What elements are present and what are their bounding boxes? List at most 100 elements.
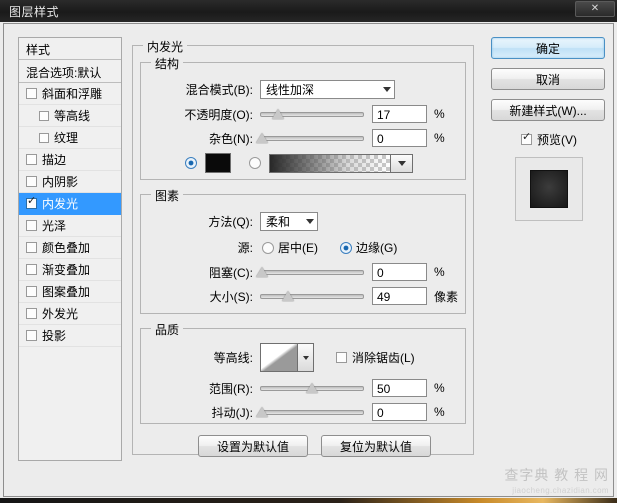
gradient-preview[interactable]	[269, 154, 391, 173]
style-toggle-checkbox[interactable]	[26, 154, 37, 165]
technique-select[interactable]: 柔和	[260, 212, 318, 231]
close-icon[interactable]: ✕	[575, 1, 615, 17]
sidebar-item-11[interactable]: 投影	[19, 325, 121, 347]
style-toggle-checkbox[interactable]	[26, 242, 37, 253]
gradient-radio[interactable]	[249, 157, 261, 169]
element-title: 图素	[151, 187, 183, 204]
blending-options-item[interactable]: 混合选项:默认	[19, 60, 121, 83]
range-row: 范围(R): 50 %	[141, 379, 445, 397]
window-controls: ✕	[574, 1, 615, 17]
bottom-strip	[0, 498, 617, 503]
range-input[interactable]: 50	[372, 379, 427, 397]
size-slider-thumb[interactable]	[282, 291, 294, 301]
style-toggle-checkbox[interactable]	[26, 176, 37, 187]
antialias-checkbox[interactable]	[336, 352, 347, 363]
noise-slider-thumb[interactable]	[256, 133, 268, 143]
opacity-input[interactable]: 17	[372, 105, 427, 123]
sidebar-item-8[interactable]: 渐变叠加	[19, 259, 121, 281]
style-toggle-checkbox[interactable]	[26, 88, 37, 99]
default-buttons: 设置为默认值 复位为默认值	[198, 435, 431, 457]
sidebar-item-label: 外发光	[42, 305, 78, 322]
sidebar-item-6[interactable]: 光泽	[19, 215, 121, 237]
noise-slider[interactable]	[260, 131, 364, 145]
set-default-button[interactable]: 设置为默认值	[198, 435, 308, 457]
preview-label: 预览(V)	[537, 131, 577, 148]
range-unit: %	[434, 381, 445, 395]
structure-group: 结构 混合模式(B): 线性加深 不透明度(O): 17 %	[140, 62, 466, 180]
sidebar-item-2[interactable]: 纹理	[19, 127, 121, 149]
preview-toggle-row: 预览(V)	[491, 131, 607, 148]
style-toggle-checkbox[interactable]	[26, 264, 37, 275]
jitter-slider[interactable]	[260, 405, 364, 419]
preview-thumbnail	[515, 157, 583, 221]
choke-row: 阻塞(C): 0 %	[141, 263, 445, 281]
sidebar-item-0[interactable]: 斜面和浮雕	[19, 83, 121, 105]
style-toggle-checkbox[interactable]	[26, 308, 37, 319]
noise-input[interactable]: 0	[372, 129, 427, 147]
sidebar-item-7[interactable]: 颜色叠加	[19, 237, 121, 259]
style-toggle-checkbox[interactable]	[26, 198, 37, 209]
new-style-button[interactable]: 新建样式(W)...	[491, 99, 605, 121]
source-row: 源: 居中(E) 边缘(G)	[141, 239, 397, 256]
contour-row: 等高线: 消除锯齿(L)	[141, 343, 415, 372]
reset-default-button[interactable]: 复位为默认值	[321, 435, 431, 457]
jitter-slider-track	[260, 410, 364, 415]
source-center-radio[interactable]	[262, 242, 274, 254]
glow-color-swatch[interactable]	[205, 153, 231, 173]
size-input[interactable]: 49	[372, 287, 427, 305]
size-slider[interactable]	[260, 289, 364, 303]
sidebar-item-1[interactable]: 等高线	[19, 105, 121, 127]
cancel-button[interactable]: 取消	[491, 68, 605, 90]
contour-picker-button[interactable]	[298, 343, 314, 372]
jitter-input[interactable]: 0	[372, 403, 427, 421]
preview-checkbox[interactable]	[521, 134, 532, 145]
size-label: 大小(S):	[141, 288, 253, 305]
choke-unit: %	[434, 265, 445, 279]
range-slider[interactable]	[260, 381, 364, 395]
opacity-slider[interactable]	[260, 107, 364, 121]
opacity-slider-thumb[interactable]	[272, 109, 284, 119]
antialias-label: 消除锯齿(L)	[352, 349, 415, 366]
sidebar-item-label: 图案叠加	[42, 283, 90, 300]
technique-row: 方法(Q): 柔和	[141, 212, 318, 231]
sidebar-item-label: 等高线	[54, 107, 90, 124]
style-toggle-checkbox[interactable]	[26, 286, 37, 297]
source-center-label: 居中(E)	[278, 239, 318, 256]
contour-thumbnail[interactable]	[260, 343, 298, 372]
blend-mode-select[interactable]: 线性加深	[260, 80, 395, 99]
source-edge-label: 边缘(G)	[356, 239, 397, 256]
sidebar-item-3[interactable]: 描边	[19, 149, 121, 171]
choke-slider[interactable]	[260, 265, 364, 279]
glow-color-row	[185, 153, 413, 173]
styles-items-container: 斜面和浮雕等高线纹理描边内阴影内发光光泽颜色叠加渐变叠加图案叠加外发光投影	[19, 83, 121, 347]
ok-button[interactable]: 确定	[491, 37, 605, 59]
solid-color-radio[interactable]	[185, 157, 197, 169]
choke-label: 阻塞(C):	[141, 264, 253, 281]
styles-list-panel: 样式 混合选项:默认 斜面和浮雕等高线纹理描边内阴影内发光光泽颜色叠加渐变叠加图…	[18, 37, 122, 461]
opacity-label: 不透明度(O):	[141, 106, 253, 123]
technique-value: 柔和	[266, 213, 290, 230]
style-toggle-checkbox[interactable]	[26, 220, 37, 231]
action-panel: 确定 取消 新建样式(W)... 预览(V)	[491, 37, 607, 461]
sidebar-item-9[interactable]: 图案叠加	[19, 281, 121, 303]
choke-slider-track	[260, 270, 364, 275]
choke-input[interactable]: 0	[372, 263, 427, 281]
range-label: 范围(R):	[141, 380, 253, 397]
source-edge-radio[interactable]	[340, 242, 352, 254]
structure-title: 结构	[151, 55, 183, 72]
sidebar-item-4[interactable]: 内阴影	[19, 171, 121, 193]
jitter-slider-thumb[interactable]	[256, 407, 268, 417]
choke-slider-thumb[interactable]	[256, 267, 268, 277]
noise-label: 杂色(N):	[141, 130, 253, 147]
style-toggle-checkbox[interactable]	[26, 330, 37, 341]
sidebar-item-label: 内阴影	[42, 173, 78, 190]
style-toggle-checkbox[interactable]	[39, 133, 49, 143]
sidebar-item-5[interactable]: 内发光	[19, 193, 121, 215]
range-slider-thumb[interactable]	[306, 383, 318, 393]
contour-label: 等高线:	[141, 349, 253, 366]
gradient-picker-button[interactable]	[391, 154, 413, 173]
technique-label: 方法(Q):	[141, 213, 253, 230]
style-toggle-checkbox[interactable]	[39, 111, 49, 121]
sidebar-item-10[interactable]: 外发光	[19, 303, 121, 325]
sidebar-item-label: 纹理	[54, 129, 78, 146]
